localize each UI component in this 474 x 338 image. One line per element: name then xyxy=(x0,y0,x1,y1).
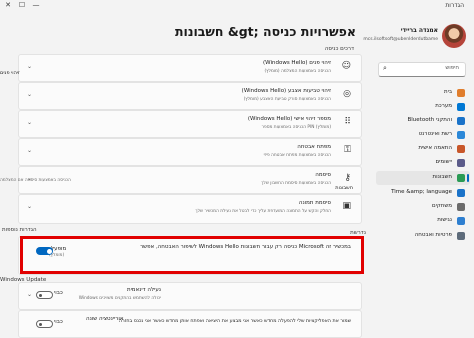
hello-only-toggle[interactable] xyxy=(36,247,53,255)
restart-apps-toggle[interactable] xyxy=(36,320,53,328)
setting-restart-apps: שמור את האפליקציות שלי להפעלה מחדש כאשר … xyxy=(18,310,362,338)
avatar xyxy=(442,24,466,48)
sidebar-item-label: התאמה אישית xyxy=(418,145,452,151)
signin-option-icon: ⚿ xyxy=(344,145,351,155)
sidebar-item-network[interactable]: רשת ואינטרנט xyxy=(376,128,470,142)
chevron-down-icon[interactable]: ⌄ xyxy=(27,63,32,70)
main-content: חשבונות &gt; אפשרויות כניסה דרכים כניסה … xyxy=(0,14,370,338)
sidebar-item-label: רשת ואינטרנט xyxy=(418,131,452,137)
signin-option-title: (Windows Hello) זיהוי פנים xyxy=(262,60,331,66)
accessibility-icon xyxy=(457,217,465,225)
sidebar-item-label: נגישות xyxy=(437,217,452,223)
chevron-down-icon[interactable]: ⌄ xyxy=(27,291,32,298)
sidebar-item-accessibility[interactable]: נגישות xyxy=(376,214,470,228)
signin-option-1[interactable]: ◎ (Windows Hello) זיהוי טביעות אצבע הכניסה… xyxy=(18,82,362,110)
signin-option-icon: ◎ xyxy=(343,89,351,99)
sidebar-item-personalization[interactable]: התאמה אישית xyxy=(376,142,470,156)
page-title: חשבונות &gt; אפשרויות כניסה xyxy=(174,24,356,39)
search-placeholder: חיפוש xyxy=(445,65,459,71)
dynamic-lock-title: נעילה דינאמית xyxy=(126,287,161,293)
home-icon xyxy=(457,89,465,97)
gaming-icon xyxy=(457,203,465,211)
accounts-icon xyxy=(457,174,465,182)
restart-apps-side: אוריינטציה שונה xyxy=(86,316,124,322)
sidebar-item-system[interactable]: מערכת xyxy=(376,100,470,114)
search-input[interactable]: חיפוש ⌕ xyxy=(378,62,466,77)
sidebar-item-privacy-shield[interactable]: פרטיות ואבטחה xyxy=(376,229,470,243)
sidebar-item-label: מערכת xyxy=(435,103,452,109)
profile[interactable]: אמנדה בריידי mcs.ilsoftsoft@ubenlderdutb… xyxy=(363,24,466,54)
minimize-icon[interactable]: — xyxy=(30,1,42,9)
highlight-box xyxy=(20,236,364,274)
sidebar-item-label: Bluetooth והתקני xyxy=(407,117,453,123)
apps-icon xyxy=(457,159,465,167)
sidebar-item-label: פרטיות ואבטחה xyxy=(414,232,452,238)
sidebar-item-label: Time &amp; language xyxy=(391,189,452,195)
signin-option-title: (Windows Hello) מספר זיהוי אישי xyxy=(247,116,331,122)
profile-email: mcs.ilsoftsoft@ubenlderdutbame xyxy=(363,37,438,42)
setting-dynamic-lock[interactable]: נעילה דינאמית Windows יכולה להשתמש בהתקנ… xyxy=(18,282,362,310)
chevron-down-icon[interactable]: ⌄ xyxy=(27,203,32,210)
sidebar-item-label: משחקים xyxy=(431,203,452,209)
system-icon xyxy=(457,103,465,111)
signin-option-5[interactable]: ▣ סיסמת תמונה החלק והקש על התמונה המועדפת … xyxy=(18,194,362,224)
profile-name: אמנדה בריידי xyxy=(400,27,438,34)
close-icon[interactable]: ✕ xyxy=(2,1,14,9)
privacy-shield-icon xyxy=(457,232,465,240)
signin-option-sub: הכניסה באמצעות מפתח אבטחה פיזי xyxy=(263,153,331,158)
signin-option-title: סיסמה xyxy=(315,172,331,178)
signin-option-icon: ☺ xyxy=(341,61,351,71)
chevron-down-icon[interactable]: ⌄ xyxy=(27,147,32,154)
signin-option-sub: הכניסה באמצעות סיסמת החשבון שלך xyxy=(261,181,331,186)
sidebar-item-label: חשבונות xyxy=(432,174,452,180)
dynamic-lock-toggle[interactable] xyxy=(36,291,53,299)
signin-option-sub: הכניסה באמצעות המצלמה (מומלץ) xyxy=(264,69,331,74)
signin-option-0[interactable]: ☺ (Windows Hello) זיהוי פנים הכניסה באמצעו… xyxy=(18,54,362,82)
sidebar-item-accounts[interactable]: חשבונות xyxy=(376,171,470,185)
selection-indicator xyxy=(467,174,469,182)
title-bar: הגדרות ✕ ☐ — xyxy=(0,0,474,14)
time-language-icon xyxy=(457,189,465,197)
section-signin-ways: דרכים כניסה xyxy=(324,46,354,52)
truncated-label-2: הכניסה באמצעות סיסמה אם המצלמה xyxy=(0,178,71,183)
sidebar-item-apps[interactable]: יישומים xyxy=(376,156,470,170)
personalization-icon xyxy=(457,145,465,153)
signin-option-title: סיסמת תמונה xyxy=(298,200,331,206)
restart-apps-title: שמור את האפליקציות שלי להפעלה מחדש כאשר … xyxy=(118,319,351,324)
signin-option-extra: חשבונות xyxy=(335,185,353,191)
section-additional: הגדרות נוספות xyxy=(2,227,37,233)
sidebar-item-gaming[interactable]: משחקים xyxy=(376,200,470,214)
maximize-icon[interactable]: ☐ xyxy=(16,1,28,9)
signin-option-sub: החלק והקש על התמונה המועדפת עליך כדי לבט… xyxy=(195,209,331,214)
signin-option-3[interactable]: ⚿ מפתח אבטחה הכניסה באמצעות מפתח אבטחה פיז… xyxy=(18,138,362,166)
signin-option-title: מפתח אבטחה xyxy=(297,144,331,150)
sidebar-item-label: יישומים xyxy=(435,159,452,165)
signin-option-icon: ⚷ xyxy=(344,173,351,183)
bluetooth-icon xyxy=(457,117,465,125)
network-icon xyxy=(457,131,465,139)
dynamic-lock-sub: Windows יכולה להשתמש בהתקנים משויכים xyxy=(78,296,161,301)
chevron-down-icon[interactable]: ⌄ xyxy=(27,119,32,126)
dynamic-lock-toggle-label: כבוי xyxy=(54,290,63,296)
sidebar-item-time-language[interactable]: Time &amp; language xyxy=(376,186,470,200)
signin-option-icon: ⠿ xyxy=(344,117,351,127)
signin-option-2[interactable]: ⠿ (Windows Hello) מספר זיהוי אישי הכניסה ב… xyxy=(18,110,362,138)
sidebar-item-bluetooth[interactable]: Bluetooth והתקני xyxy=(376,114,470,128)
window-title: הגדרות xyxy=(445,2,464,9)
signin-option-title: (Windows Hello) זיהוי טביעות אצבע xyxy=(241,88,331,94)
signin-option-sub: הכניסה באמצעות סורק טביעת האצבע (מומלץ) xyxy=(243,97,331,102)
sidebar: אמנדה בריידי mcs.ilsoftsoft@ubenlderdutb… xyxy=(363,14,474,330)
sidebar-item-home[interactable]: בית xyxy=(376,86,470,100)
truncated-label-1: זיהוי פנים xyxy=(0,70,20,76)
sidebar-item-label: בית xyxy=(443,89,452,95)
chevron-down-icon[interactable]: ⌄ xyxy=(27,91,32,98)
restart-apps-toggle-label: כבוי xyxy=(54,319,63,325)
search-icon: ⌕ xyxy=(383,64,387,72)
signin-option-sub: הכניסה באמצעות מספר PIN (מומלץ) xyxy=(261,125,331,130)
signin-option-icon: ▣ xyxy=(342,201,351,211)
